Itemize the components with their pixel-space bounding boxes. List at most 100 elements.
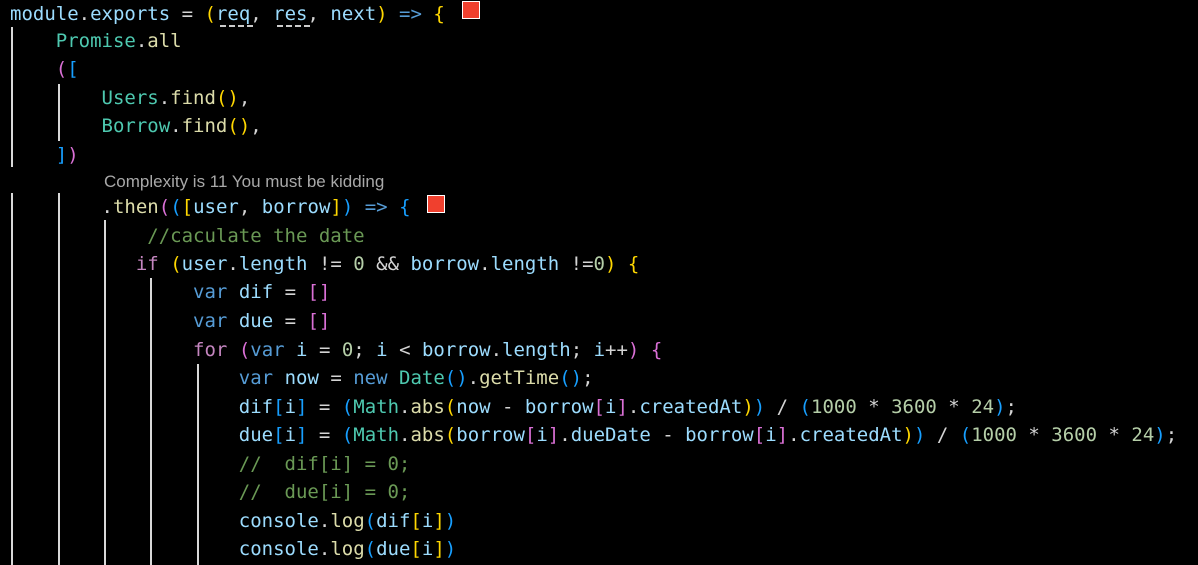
indent-guide bbox=[58, 193, 60, 565]
code-token: ) bbox=[627, 339, 640, 361]
code-line[interactable]: Promise.all bbox=[10, 27, 182, 56]
code-token: { bbox=[627, 253, 640, 275]
code-token: i bbox=[284, 396, 297, 418]
code-token: find bbox=[181, 115, 228, 137]
code-token: . bbox=[158, 87, 171, 109]
code-token: if bbox=[135, 253, 159, 275]
code-token: [ bbox=[753, 424, 766, 446]
code-token: ( bbox=[55, 58, 68, 80]
code-token: createdAt bbox=[639, 396, 743, 418]
code-line[interactable]: dif[i] = (Math.abs(now - borrow[i].creat… bbox=[10, 393, 1017, 422]
code-token: ] bbox=[296, 396, 308, 418]
code-token: now bbox=[284, 367, 319, 389]
code-token: 1000 bbox=[971, 424, 1017, 446]
code-token: var bbox=[238, 367, 274, 389]
code-line[interactable]: Borrow.find(), bbox=[10, 112, 262, 141]
code-line[interactable]: for (var i = 0; i < borrow.length; i++) … bbox=[10, 336, 662, 365]
code-line[interactable]: console.log(due[i]) bbox=[10, 535, 456, 564]
code-line[interactable]: ([ bbox=[10, 55, 79, 84]
code-token: ; bbox=[353, 339, 377, 361]
indent-guide bbox=[150, 278, 152, 565]
code-token: ] bbox=[330, 196, 342, 218]
code-line[interactable]: due[i] = (Math.abs(borrow[i].dueDate - b… bbox=[10, 421, 1177, 450]
code-token: / bbox=[925, 424, 960, 446]
code-token: = bbox=[170, 3, 205, 25]
code-token: != bbox=[559, 253, 594, 275]
code-token: borrow bbox=[421, 339, 491, 361]
code-token: ( bbox=[158, 196, 171, 218]
code-token: 0 bbox=[353, 253, 365, 275]
code-token: var bbox=[193, 310, 228, 332]
code-token: 24 bbox=[1131, 424, 1155, 446]
code-line[interactable]: ]) bbox=[10, 141, 79, 170]
code-token: [ bbox=[67, 58, 79, 80]
code-token: ( bbox=[444, 424, 457, 446]
error-marker[interactable] bbox=[427, 195, 445, 213]
code-token: { bbox=[433, 3, 445, 25]
code-token: . bbox=[78, 3, 91, 25]
code-token: [ bbox=[181, 196, 194, 218]
code-editor[interactable]: module.exports = (req, res, next) => { P… bbox=[0, 0, 1198, 565]
code-token: next bbox=[330, 3, 377, 25]
code-token: ( bbox=[341, 424, 354, 446]
code-token: 24 bbox=[971, 396, 995, 418]
code-token: ) bbox=[902, 424, 914, 446]
code-token: [] bbox=[307, 281, 331, 303]
code-token: console bbox=[238, 510, 319, 532]
code-line[interactable]: Users.find(), bbox=[10, 84, 251, 113]
code-token: [ bbox=[273, 424, 285, 446]
code-token: , bbox=[250, 3, 274, 25]
code-token: var bbox=[250, 339, 285, 361]
code-token: [ bbox=[410, 538, 422, 560]
code-token: ( bbox=[444, 396, 457, 418]
code-token: due bbox=[238, 424, 274, 446]
code-token: 0 bbox=[341, 339, 354, 361]
code-line[interactable]: .then(([user, borrow]) => { bbox=[10, 193, 411, 222]
code-token: . bbox=[101, 196, 113, 218]
code-token: i bbox=[605, 396, 617, 418]
indent-guide bbox=[197, 364, 199, 565]
code-line[interactable]: var now = new Date().getTime(); bbox=[10, 364, 594, 393]
error-marker[interactable] bbox=[462, 1, 480, 19]
code-line[interactable]: //caculate the date bbox=[10, 222, 364, 251]
code-token: abs bbox=[410, 424, 445, 446]
code-token: Users bbox=[101, 87, 159, 109]
code-token: borrow bbox=[456, 424, 525, 446]
code-token: ( bbox=[364, 538, 377, 560]
code-token: Math bbox=[353, 396, 400, 418]
code-token: ( bbox=[238, 339, 251, 361]
codelens-complexity[interactable]: Complexity is 11 You must be kidding bbox=[104, 171, 384, 193]
code-token: 3600 bbox=[1051, 424, 1098, 446]
code-token: dueDate bbox=[570, 424, 651, 446]
code-token: i bbox=[421, 538, 434, 560]
code-token: { bbox=[399, 196, 411, 218]
code-token: = bbox=[307, 424, 342, 446]
code-token: ) bbox=[994, 396, 1006, 418]
code-token: ) bbox=[753, 396, 766, 418]
code-line[interactable]: // due[i] = 0; bbox=[10, 478, 411, 507]
code-token: var bbox=[193, 281, 228, 303]
code-token: = bbox=[307, 396, 342, 418]
code-token: all bbox=[147, 30, 182, 52]
code-token: dif bbox=[376, 510, 411, 532]
code-line[interactable]: console.log(dif[i]) bbox=[10, 507, 456, 536]
code-token: * bbox=[856, 396, 892, 418]
code-token: != bbox=[307, 253, 354, 275]
code-token: ] bbox=[433, 510, 445, 532]
code-line[interactable]: // dif[i] = 0; bbox=[10, 450, 411, 479]
code-token: abs bbox=[410, 396, 445, 418]
code-token: ) bbox=[742, 396, 754, 418]
code-token: ( bbox=[959, 424, 972, 446]
code-token: [] bbox=[307, 310, 331, 332]
code-token: . bbox=[227, 253, 239, 275]
code-token: => bbox=[387, 3, 434, 25]
